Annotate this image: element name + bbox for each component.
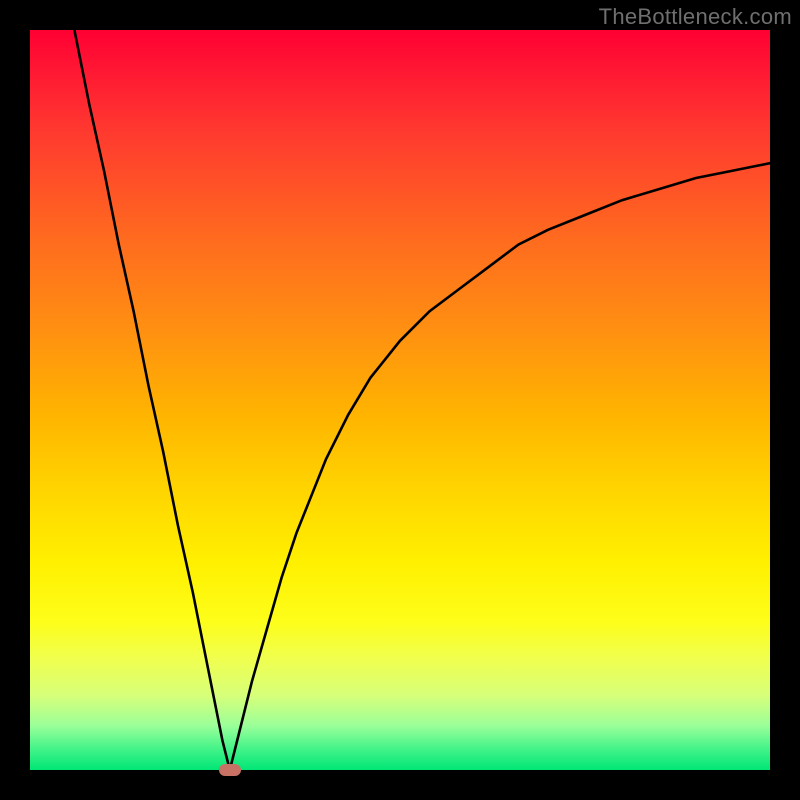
min-marker [219, 764, 241, 776]
watermark-text: TheBottleneck.com [599, 4, 792, 30]
curve-path [74, 30, 770, 770]
chart-frame: TheBottleneck.com [0, 0, 800, 800]
plot-area [30, 30, 770, 770]
bottleneck-curve [30, 30, 770, 770]
